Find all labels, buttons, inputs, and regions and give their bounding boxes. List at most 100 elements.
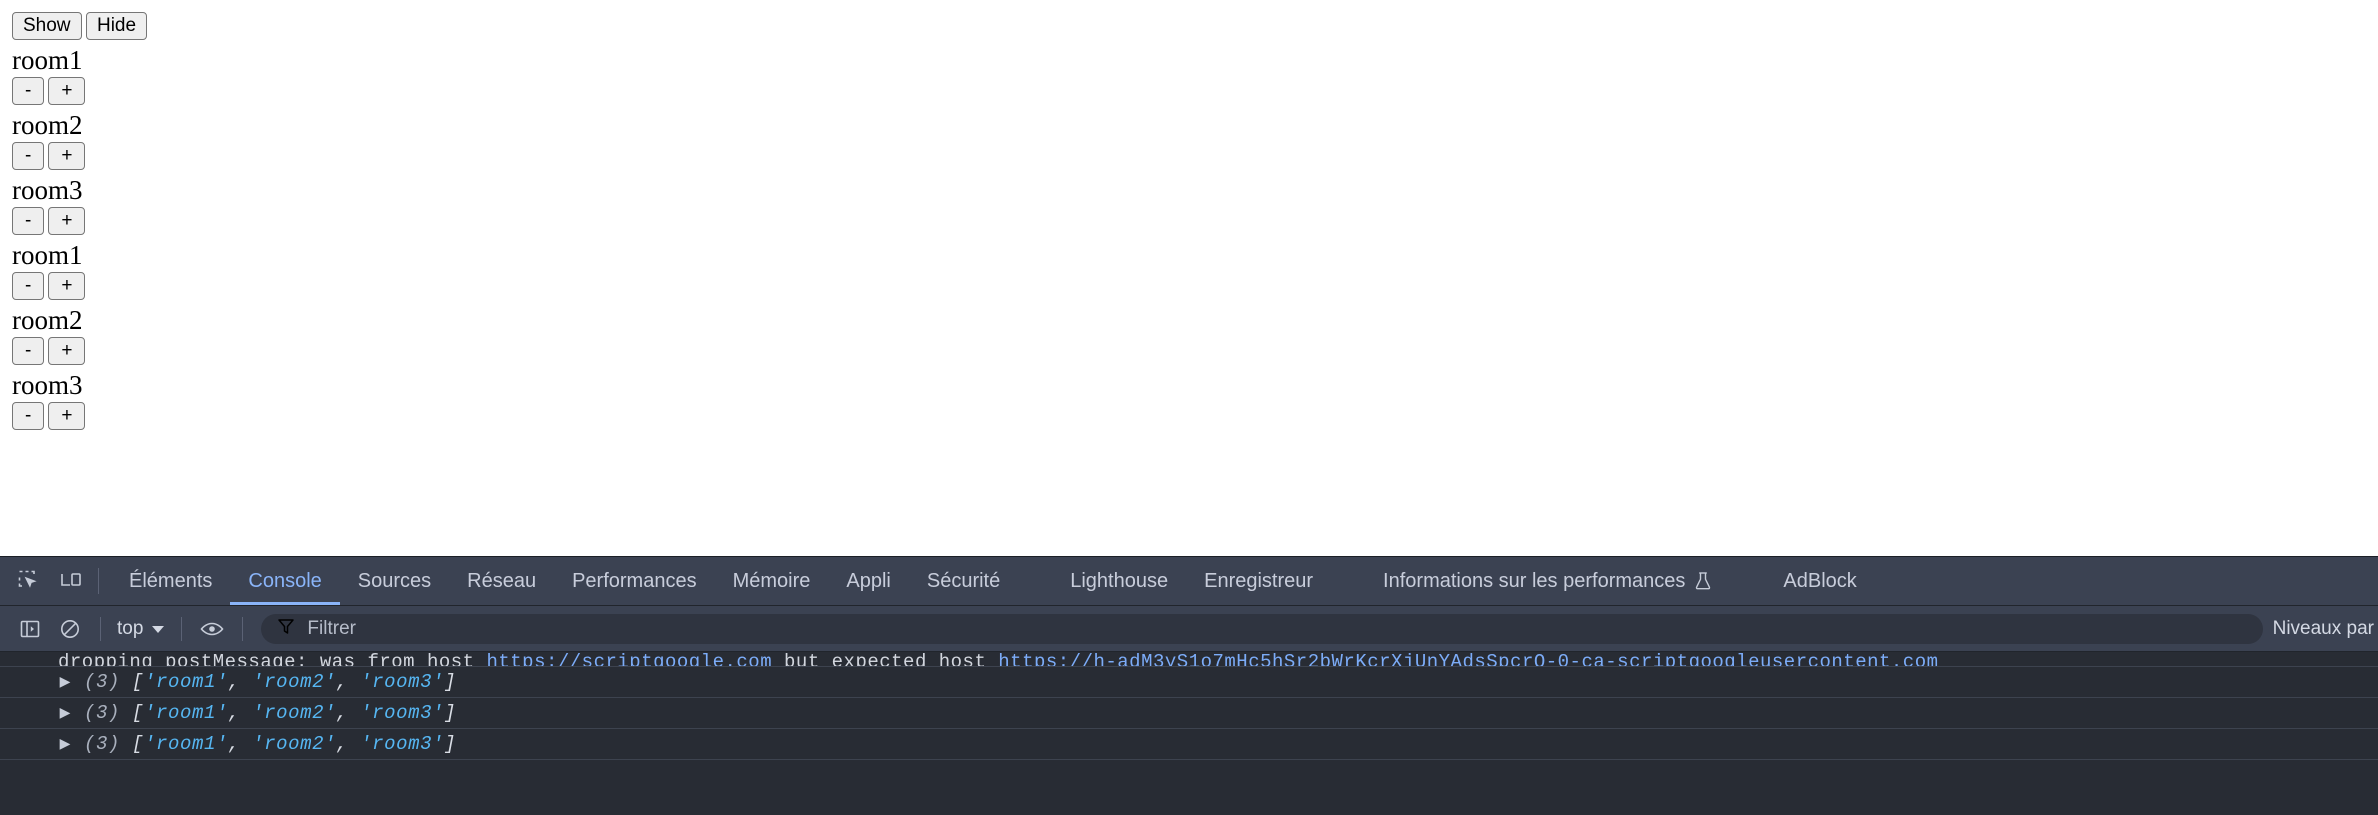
array-length: (3) bbox=[84, 733, 121, 755]
expand-triangle-icon[interactable]: ▶ bbox=[56, 736, 74, 753]
increment-button[interactable]: + bbox=[48, 77, 86, 105]
room-block: room1 - + bbox=[12, 242, 2378, 300]
array-separator: , bbox=[336, 733, 361, 755]
log-levels-selector[interactable]: Niveaux par bbox=[2273, 618, 2378, 640]
array-separator: , bbox=[228, 733, 253, 755]
execution-context-selector[interactable]: top bbox=[111, 618, 171, 640]
decrement-button[interactable]: - bbox=[12, 142, 45, 170]
array-separator: , bbox=[228, 671, 253, 693]
tab-label: Sources bbox=[357, 569, 432, 592]
flask-icon bbox=[1693, 571, 1713, 591]
room-label: room1 bbox=[12, 45, 83, 75]
console-filter-input[interactable]: Filtrer bbox=[307, 618, 356, 640]
live-expression-icon[interactable] bbox=[195, 612, 229, 646]
tab-recorder[interactable]: Enregistreur bbox=[1186, 557, 1331, 605]
console-toolbar: top Filtrer Niveaux par bbox=[0, 606, 2378, 652]
message-text-before: dropping postMessage: was from host bbox=[58, 652, 487, 667]
expand-triangle-icon[interactable]: ▶ bbox=[56, 705, 74, 722]
console-message-text: dropping postMessage: was from host http… bbox=[0, 652, 1939, 667]
expand-triangle-icon[interactable]: ▶ bbox=[56, 674, 74, 691]
console-row[interactable]: ▶ (3) ['room1', 'room2', 'room3'] bbox=[0, 667, 2378, 698]
increment-button[interactable]: + bbox=[48, 142, 86, 170]
tab-adblock[interactable]: AdBlock bbox=[1765, 557, 1874, 605]
console-array-value: (3) ['room1', 'room2', 'room3'] bbox=[84, 733, 456, 755]
tab-performance-insights[interactable]: Informations sur les performances bbox=[1365, 557, 1731, 605]
room-counter-controls: - + bbox=[12, 337, 2378, 365]
tab-sources[interactable]: Sources bbox=[340, 557, 449, 605]
room-label: room3 bbox=[12, 175, 83, 205]
console-sidebar-icon[interactable] bbox=[13, 612, 47, 646]
room-block: room1 - + bbox=[12, 47, 2378, 105]
increment-button[interactable]: + bbox=[48, 272, 86, 300]
decrement-button[interactable]: - bbox=[12, 337, 45, 365]
array-length: (3) bbox=[84, 671, 121, 693]
page-viewport: Show Hide room1 - + room2 - + room3 - + bbox=[0, 0, 2378, 556]
room-counter-controls: - + bbox=[12, 272, 2378, 300]
tab-label: AdBlock bbox=[1783, 569, 1857, 592]
room-block: room2 - + bbox=[12, 112, 2378, 170]
tab-label: Éléments bbox=[129, 569, 213, 592]
message-link[interactable]: https://h-adM3yS1o7mHc5hSr2bWrKcrXjUnYAd… bbox=[998, 652, 1938, 666]
console-row[interactable]: ▶ (3) ['room1', 'room2', 'room3'] bbox=[0, 729, 2378, 760]
room-label: room2 bbox=[12, 110, 83, 140]
tab-performance[interactable]: Performances bbox=[554, 557, 715, 605]
clear-console-icon[interactable] bbox=[53, 612, 87, 646]
hide-button[interactable]: Hide bbox=[85, 12, 148, 40]
tab-label: Appli bbox=[846, 569, 891, 592]
array-item: 'room3' bbox=[360, 671, 445, 693]
room-label: room1 bbox=[12, 240, 83, 270]
room-block: room3 - + bbox=[12, 372, 2378, 430]
room-label: room2 bbox=[12, 305, 83, 335]
chevron-down-icon bbox=[151, 618, 165, 640]
array-item: 'room3' bbox=[360, 702, 445, 724]
console-row[interactable]: ▶ (3) ['room1', 'room2', 'room3'] bbox=[0, 698, 2378, 729]
devtools-tab-list: Éléments Console Sources Réseau Performa… bbox=[99, 557, 1875, 605]
tab-label: Console bbox=[248, 569, 322, 592]
console-row[interactable]: dropping postMessage: was from host http… bbox=[0, 652, 2378, 667]
bracket-open: [ bbox=[132, 702, 145, 724]
tab-lighthouse[interactable]: Lighthouse bbox=[1052, 557, 1186, 605]
room-counter-controls: - + bbox=[12, 77, 2378, 105]
execution-context-value: top bbox=[117, 617, 144, 639]
bracket-open: [ bbox=[132, 671, 145, 693]
console-filter-box[interactable]: Filtrer bbox=[261, 613, 2263, 644]
tab-label: Réseau bbox=[467, 569, 537, 592]
decrement-button[interactable]: - bbox=[12, 272, 45, 300]
array-item: 'room2' bbox=[252, 702, 337, 724]
toggle-buttons-row: Show Hide bbox=[12, 12, 2378, 40]
array-separator: , bbox=[228, 702, 253, 724]
array-item: 'room2' bbox=[252, 733, 337, 755]
tab-security[interactable]: Sécurité bbox=[909, 557, 1018, 605]
decrement-button[interactable]: - bbox=[12, 402, 45, 430]
increment-button[interactable]: + bbox=[48, 337, 86, 365]
decrement-button[interactable]: - bbox=[12, 77, 45, 105]
show-button[interactable]: Show bbox=[12, 12, 82, 40]
tab-elements[interactable]: Éléments bbox=[111, 557, 230, 605]
toolbar-divider bbox=[242, 616, 244, 641]
toolbar-divider bbox=[100, 616, 101, 641]
increment-button[interactable]: + bbox=[48, 207, 86, 235]
tab-network[interactable]: Réseau bbox=[449, 557, 554, 605]
message-link[interactable]: https://scriptgoogle.com bbox=[486, 652, 772, 666]
array-item: 'room1' bbox=[144, 733, 229, 755]
tab-memory[interactable]: Mémoire bbox=[715, 557, 829, 605]
bracket-open: [ bbox=[132, 733, 145, 755]
tab-label: Performances bbox=[572, 569, 697, 592]
console-message-list[interactable]: dropping postMessage: was from host http… bbox=[0, 652, 2378, 815]
room-counter-controls: - + bbox=[12, 142, 2378, 170]
bracket-close: ] bbox=[444, 702, 457, 724]
array-item: 'room3' bbox=[360, 733, 445, 755]
increment-button[interactable]: + bbox=[48, 402, 86, 430]
bracket-close: ] bbox=[444, 671, 457, 693]
room-block: room3 - + bbox=[12, 177, 2378, 235]
tab-console[interactable]: Console bbox=[230, 557, 341, 605]
tab-application[interactable]: Appli bbox=[828, 557, 908, 605]
message-text-middle: but expected host bbox=[772, 652, 999, 667]
inspect-element-icon[interactable] bbox=[16, 568, 42, 594]
array-separator: , bbox=[336, 702, 361, 724]
toolbar-divider bbox=[181, 616, 183, 641]
device-toolbar-icon[interactable] bbox=[58, 568, 84, 594]
room-counter-controls: - + bbox=[12, 207, 2378, 235]
decrement-button[interactable]: - bbox=[12, 207, 45, 235]
console-array-value: (3) ['room1', 'room2', 'room3'] bbox=[84, 702, 456, 724]
